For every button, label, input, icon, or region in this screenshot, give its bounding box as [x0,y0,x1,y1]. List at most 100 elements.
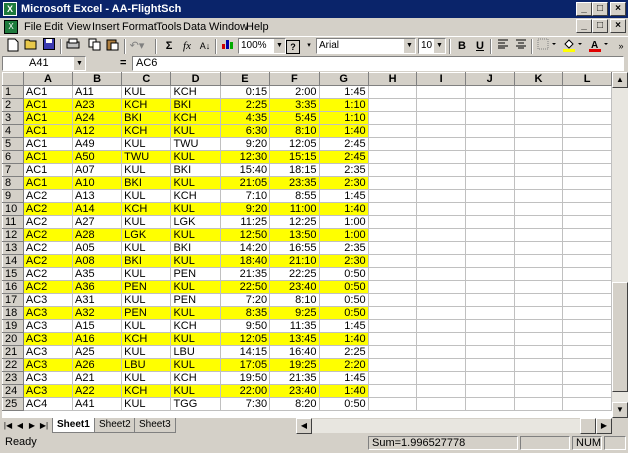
cell-k[interactable] [513,267,564,281]
cell-d[interactable]: KUL [170,150,221,164]
cell-i[interactable] [416,189,466,203]
cell-a[interactable]: AC3 [22,384,74,398]
cell-h[interactable] [367,202,418,216]
cell-j[interactable] [464,176,515,190]
horizontal-scrollbar[interactable]: ◀ ▶ [296,418,612,434]
cell-f[interactable]: 12:05 [269,137,320,151]
cell-k[interactable] [513,397,564,411]
zoom-select[interactable]: 100% ▼ [238,38,286,54]
cell-f[interactable]: 23:40 [269,384,320,398]
row-header[interactable]: 6 [2,150,24,164]
cell-a[interactable]: AC3 [22,306,74,320]
cell-d[interactable]: KUL [170,358,221,372]
cell-e[interactable]: 18:40 [219,254,271,268]
cell-f[interactable]: 16:40 [269,345,320,359]
autosum-icon[interactable]: Σ [160,38,178,54]
row-header[interactable]: 1 [2,85,24,99]
cell-f[interactable]: 2:00 [269,85,320,99]
scroll-thumb-horizontal[interactable] [580,418,596,434]
cell-e[interactable]: 22:00 [219,384,271,398]
cell-h[interactable] [367,98,418,112]
cell-h[interactable] [367,163,418,177]
cell-b[interactable]: A07 [72,163,123,177]
cell-a[interactable]: AC2 [22,202,74,216]
row-header[interactable]: 12 [2,228,24,242]
column-header-b[interactable]: B [72,72,123,86]
cell-h[interactable] [367,397,418,411]
cell-k[interactable] [513,345,564,359]
cell-d[interactable]: KUL [170,176,221,190]
cell-d[interactable]: KUL [170,202,221,216]
open-icon[interactable] [22,38,40,54]
cell-e[interactable]: 9:20 [219,137,271,151]
cell-i[interactable] [416,254,466,268]
align-center-icon[interactable] [512,38,530,54]
cell-d[interactable]: KCH [170,371,221,385]
cell-l[interactable] [562,215,612,229]
cell-i[interactable] [416,293,466,307]
minimize-button[interactable]: _ [576,2,592,16]
cell-b[interactable]: A13 [72,189,123,203]
paste-icon[interactable] [104,38,122,54]
cell-h[interactable] [367,111,418,125]
cell-j[interactable] [464,358,515,372]
cell-c[interactable]: KUL [121,371,172,385]
row-header[interactable]: 4 [2,124,24,138]
function-icon[interactable]: fx [178,38,196,54]
cell-g[interactable]: 0:50 [318,306,369,320]
cell-f[interactable]: 8:10 [269,293,320,307]
cell-e[interactable]: 14:15 [219,345,271,359]
row-header[interactable]: 22 [2,358,24,372]
cell-i[interactable] [416,345,466,359]
cell-k[interactable] [513,163,564,177]
cell-k[interactable] [513,228,564,242]
cell-a[interactable]: AC2 [22,215,74,229]
cell-j[interactable] [464,267,515,281]
cell-l[interactable] [562,280,612,294]
cell-e[interactable]: 7:20 [219,293,271,307]
cell-f[interactable]: 8:10 [269,124,320,138]
cell-h[interactable] [367,371,418,385]
cell-c[interactable]: KCH [121,202,172,216]
cell-h[interactable] [367,176,418,190]
row-header[interactable]: 16 [2,280,24,294]
cell-b[interactable]: A21 [72,371,123,385]
cell-i[interactable] [416,397,466,411]
cell-a[interactable]: AC3 [22,371,74,385]
chevron-down-icon[interactable]: ▼ [433,39,445,53]
cell-k[interactable] [513,124,564,138]
row-header[interactable]: 17 [2,293,24,307]
cell-i[interactable] [416,384,466,398]
cell-d[interactable]: KUL [170,306,221,320]
cell-c[interactable]: BKI [121,111,172,125]
maximize-button[interactable]: □ [592,2,608,16]
doc-restore-button[interactable]: □ [592,19,608,33]
cell-g[interactable]: 1:40 [318,124,369,138]
menu-edit[interactable]: Edit [44,21,63,34]
cell-c[interactable]: PEN [121,280,172,294]
cell-i[interactable] [416,85,466,99]
cell-c[interactable]: BKI [121,254,172,268]
cell-k[interactable] [513,293,564,307]
cell-j[interactable] [464,280,515,294]
cell-f[interactable]: 5:45 [269,111,320,125]
cell-j[interactable] [464,215,515,229]
cell-k[interactable] [513,111,564,125]
cell-c[interactable]: BKI [121,176,172,190]
cell-j[interactable] [464,137,515,151]
cell-l[interactable] [562,267,612,281]
cell-f[interactable]: 8:20 [269,397,320,411]
cell-c[interactable]: KUL [121,189,172,203]
cell-h[interactable] [367,85,418,99]
font-size-select[interactable]: 10 ▼ [418,38,446,54]
row-header[interactable]: 19 [2,319,24,333]
cell-a[interactable]: AC2 [22,254,74,268]
cell-e[interactable]: 21:05 [219,176,271,190]
cell-f[interactable]: 8:55 [269,189,320,203]
cell-a[interactable]: AC3 [22,332,74,346]
cell-e[interactable]: 6:30 [219,124,271,138]
cell-b[interactable]: A22 [72,384,123,398]
cell-a[interactable]: AC3 [22,345,74,359]
row-header[interactable]: 5 [2,137,24,151]
cell-l[interactable] [562,306,612,320]
